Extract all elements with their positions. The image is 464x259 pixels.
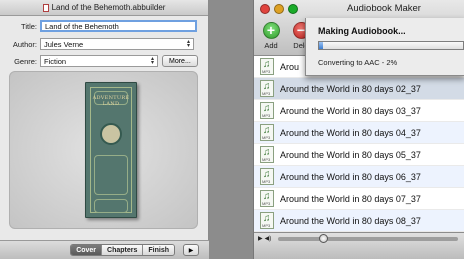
author-label: Author: (12, 39, 37, 49)
track-name: Arou (280, 61, 300, 72)
play-button[interactable]: ▶ (183, 244, 199, 256)
scrubber-knob[interactable] (319, 234, 328, 243)
audio-file-icon (260, 58, 274, 75)
track-name: Around the World in 80 days 07_37 (280, 193, 421, 204)
play-icon: ▶ (188, 247, 194, 254)
author-combo[interactable]: Jules Verne ▴ ▾ (40, 38, 194, 50)
list-item[interactable]: Around the World in 80 days 02_37 (254, 78, 464, 100)
close-window-button[interactable] (260, 4, 270, 14)
book-cover-emblem (100, 123, 122, 145)
track-name: Around the World in 80 days 03_37 (280, 105, 421, 116)
window-controls (260, 4, 298, 14)
progress-status: Converting to AAC - 2% (318, 58, 398, 67)
track-name: Around the World in 80 days 06_37 (280, 171, 421, 182)
track-list[interactable]: Arou Around the World in 80 days 02_37 A… (254, 56, 464, 232)
step-segmented-control: Cover Chapters Finish (70, 244, 175, 256)
book-cover-ornament (94, 199, 128, 213)
list-item[interactable]: Around the World in 80 days 08_37 (254, 210, 464, 232)
popup-arrows-icon: ▴ ▾ (186, 39, 190, 49)
progress-bar (318, 41, 464, 50)
list-item[interactable]: Around the World in 80 days 07_37 (254, 188, 464, 210)
list-item[interactable]: Around the World in 80 days 04_37 (254, 122, 464, 144)
audio-file-icon (260, 102, 274, 119)
speaker-icon[interactable]: ◀) (265, 235, 272, 242)
tab-chapters[interactable]: Chapters (102, 245, 144, 255)
audio-file-icon (260, 190, 274, 207)
genre-label: Genre: (14, 56, 37, 66)
cover-drop-area[interactable]: ADVENTURE LAND (9, 71, 198, 229)
abbuilder-window: Land of the Behemoth.abbuilder Title: La… (0, 0, 209, 259)
playback-bar: ▶ ◀) (254, 232, 464, 259)
audio-file-icon (260, 80, 274, 97)
title-row: Title: Land of the Behemoth (0, 20, 197, 32)
book-cover-ornament (94, 155, 128, 195)
left-bottom-bar: Cover Chapters Finish ▶ (0, 240, 209, 259)
track-name: Around the World in 80 days 02_37 (280, 83, 421, 94)
minimize-window-button[interactable] (274, 4, 284, 14)
title-field[interactable]: Land of the Behemoth (40, 20, 197, 32)
genre-value: Fiction (44, 56, 67, 66)
add-icon: + (262, 22, 280, 39)
list-item[interactable]: Around the World in 80 days 05_37 (254, 144, 464, 166)
popup-arrows-icon: ▴ ▾ (150, 56, 154, 66)
audio-file-icon (260, 168, 274, 185)
genre-combo[interactable]: Fiction ▴ ▾ (40, 55, 158, 67)
tab-finish[interactable]: Finish (143, 245, 174, 255)
author-value: Jules Verne (44, 39, 84, 49)
book-cover-title: ADVENTURE LAND (92, 95, 130, 107)
document-icon (42, 3, 49, 12)
playback-scrubber[interactable] (278, 234, 458, 243)
zoom-window-button[interactable] (288, 4, 298, 14)
add-button[interactable]: + Add (256, 22, 286, 50)
audio-file-icon (260, 146, 274, 163)
left-window-title: Land of the Behemoth.abbuilder (51, 3, 166, 12)
track-name: Around the World in 80 days 05_37 (280, 149, 421, 160)
progress-bar-fill (319, 42, 323, 49)
audio-file-icon (260, 124, 274, 141)
author-row: Author: Jules Verne ▴ ▾ (0, 38, 194, 50)
track-name: Around the World in 80 days 04_37 (280, 127, 421, 138)
track-name: Around the World in 80 days 08_37 (280, 215, 421, 226)
tab-cover[interactable]: Cover (71, 245, 103, 255)
playback-controls: ▶ ◀) (258, 235, 271, 242)
list-item[interactable]: Around the World in 80 days 03_37 (254, 100, 464, 122)
play-icon[interactable]: ▶ (258, 235, 263, 242)
list-item[interactable]: Around the World in 80 days 06_37 (254, 166, 464, 188)
progress-title: Making Audiobook... (318, 26, 406, 36)
title-label: Title: (21, 21, 37, 31)
audio-file-icon (260, 212, 274, 229)
left-window-titlebar[interactable]: Land of the Behemoth.abbuilder (0, 0, 208, 16)
book-cover-image: ADVENTURE LAND (85, 82, 137, 218)
more-button[interactable]: More... (162, 55, 198, 67)
right-window-title: Audiobook Maker (347, 3, 421, 14)
progress-sheet: Making Audiobook... Converting to AAC - … (305, 18, 464, 76)
audiobook-maker-window: Audiobook Maker + Add − Dele Arou Around… (253, 0, 464, 259)
add-label: Add (264, 41, 278, 50)
genre-row: Genre: Fiction ▴ ▾ More... (0, 55, 198, 67)
